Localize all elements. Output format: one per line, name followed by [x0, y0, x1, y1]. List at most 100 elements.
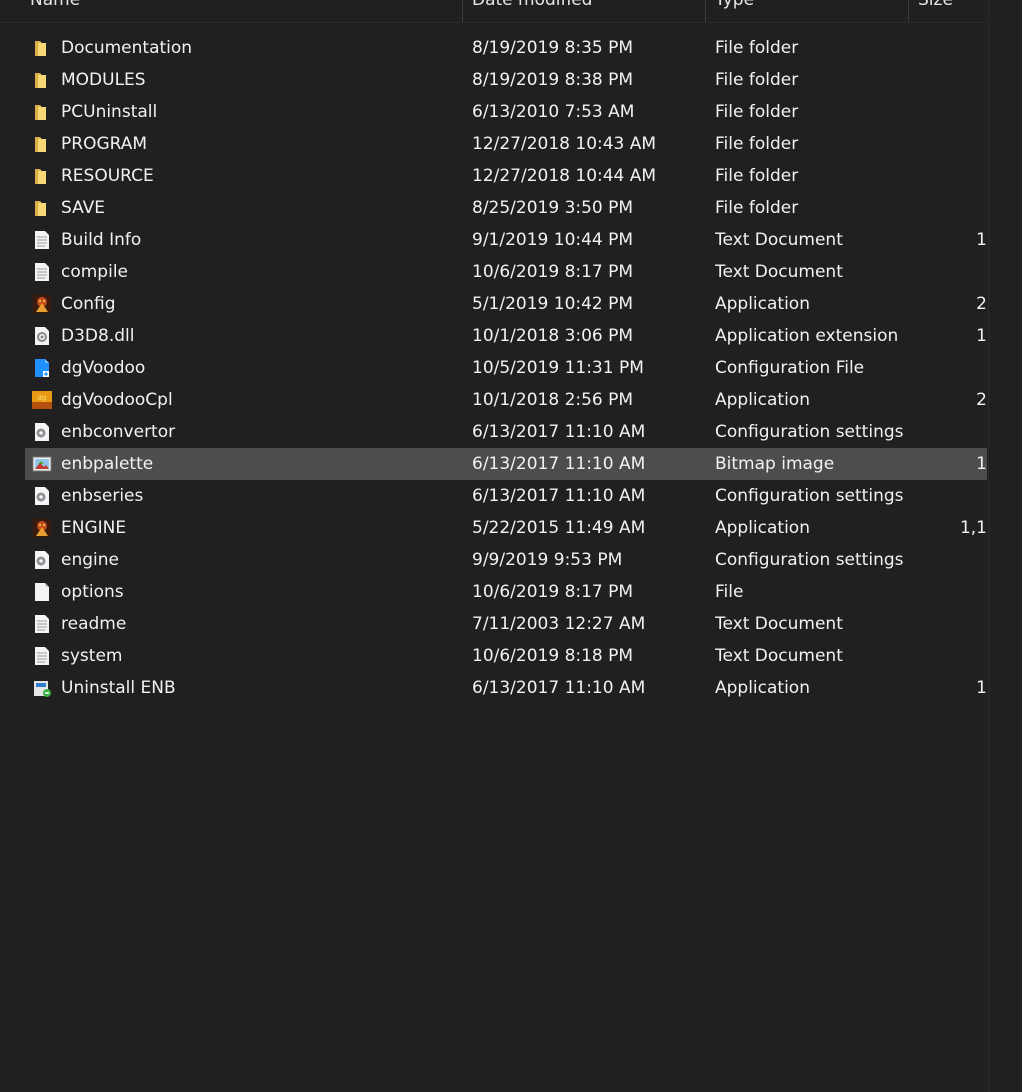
file-type: File folder	[715, 38, 799, 58]
file-date-modified: 10/6/2019 8:18 PM	[472, 646, 634, 666]
file-size	[925, 256, 987, 288]
column-header-name[interactable]: Name	[30, 0, 450, 22]
file-row[interactable]: compile 10/6/2019 8:17 PM Text Document	[25, 256, 987, 288]
folder-icon	[32, 38, 52, 58]
file-type: Application	[715, 390, 810, 410]
file-type: Text Document	[715, 230, 843, 250]
file-row[interactable]: D3D8.dll 10/1/2018 3:06 PM Application ext…	[25, 320, 987, 352]
file-size	[925, 640, 987, 672]
file-row[interactable]: Config 5/1/2019 10:42 PM Application 2	[25, 288, 987, 320]
file-size	[925, 608, 987, 640]
file-name: RESOURCE	[61, 166, 154, 186]
file-row[interactable]: Uninstall ENB 6/13/2017 11:10 AM Applicati…	[25, 672, 987, 704]
column-divider[interactable]	[908, 0, 909, 22]
file-date-modified: 10/6/2019 8:17 PM	[472, 582, 634, 602]
file-type: Text Document	[715, 646, 843, 666]
file-type: Application	[715, 518, 810, 538]
file-type: File folder	[715, 102, 799, 122]
file-row[interactable]: enbconvertor 6/13/2017 11:10 AM Configurat…	[25, 416, 987, 448]
file-name: PCUninstall	[61, 102, 158, 122]
text-document-icon	[32, 614, 52, 634]
file-type: Text Document	[715, 262, 843, 282]
file-size: 1,1	[959, 518, 987, 538]
file-type: File	[715, 582, 744, 602]
file-size	[925, 32, 987, 64]
file-date-modified: 9/9/2019 9:53 PM	[472, 550, 623, 570]
file-row[interactable]: system 10/6/2019 8:18 PM Text Document	[25, 640, 987, 672]
file-name: enbseries	[61, 486, 144, 506]
file-row[interactable]: enbseries 6/13/2017 11:10 AM Configuration…	[25, 480, 987, 512]
file-size: 1	[976, 230, 987, 250]
folder-icon	[32, 102, 52, 122]
column-header-size[interactable]: Size	[918, 0, 986, 22]
blank-file-icon	[32, 582, 52, 602]
file-name: D3D8.dll	[61, 326, 135, 346]
file-row[interactable]: PROGRAM 12/27/2018 10:43 AM File folder	[25, 128, 987, 160]
bitmap-image-icon	[32, 454, 52, 474]
settings-file-icon	[32, 486, 52, 506]
file-size	[925, 544, 987, 576]
file-date-modified: 6/13/2010 7:53 AM	[472, 102, 635, 122]
file-row[interactable]: ENGINE 5/22/2015 11:49 AM Application 1,1	[25, 512, 987, 544]
column-header-date[interactable]: Date modified	[472, 0, 697, 22]
file-row[interactable]: SAVE 8/25/2019 3:50 PM File folder	[25, 192, 987, 224]
column-header-type-label: Type	[715, 0, 755, 10]
config-file-icon	[32, 358, 52, 378]
file-row[interactable]: enbpalette 6/13/2017 11:10 AM Bitmap image…	[25, 448, 987, 480]
file-name: Uninstall ENB	[61, 678, 176, 698]
file-name: PROGRAM	[61, 134, 148, 154]
dll-file-icon	[32, 326, 52, 346]
file-type: Text Document	[715, 614, 843, 634]
file-type: Bitmap image	[715, 454, 835, 474]
file-date-modified: 8/19/2019 8:35 PM	[472, 38, 634, 58]
file-name: ENGINE	[61, 518, 127, 538]
file-size	[925, 352, 987, 384]
column-divider[interactable]	[705, 0, 706, 22]
text-document-icon	[32, 646, 52, 666]
file-type: File folder	[715, 134, 799, 154]
folder-icon	[32, 70, 52, 90]
file-type: Configuration settings	[715, 550, 904, 570]
file-name: enbpalette	[61, 454, 154, 474]
file-name: system	[61, 646, 123, 666]
file-date-modified: 5/1/2019 10:42 PM	[472, 294, 634, 314]
file-row[interactable]: readme 7/11/2003 12:27 AM Text Document	[25, 608, 987, 640]
file-date-modified: 6/13/2017 11:10 AM	[472, 678, 646, 698]
folder-icon	[32, 134, 52, 154]
file-date-modified: 6/13/2017 11:10 AM	[472, 422, 646, 442]
file-row[interactable]: dg dgVoodooCpl 10/1/2018 2:56 PM Applicatio…	[25, 384, 987, 416]
file-row[interactable]: MODULES 8/19/2019 8:38 PM File folder	[25, 64, 987, 96]
settings-file-icon	[32, 550, 52, 570]
file-type: Application	[715, 678, 810, 698]
svg-text:dg: dg	[38, 394, 47, 402]
game-app-icon	[32, 518, 52, 538]
column-header-date-label: Date modified	[472, 0, 593, 10]
file-name: MODULES	[61, 70, 146, 90]
file-size: 1	[976, 454, 987, 474]
file-type: Application	[715, 294, 810, 314]
file-row[interactable]: PCUninstall 6/13/2010 7:53 AM File folder	[25, 96, 987, 128]
file-size: 2	[976, 390, 987, 410]
file-row[interactable]: RESOURCE 12/27/2018 10:44 AM File folder	[25, 160, 987, 192]
file-name: dgVoodooCpl	[61, 390, 173, 410]
file-type: File folder	[715, 166, 799, 186]
column-header-bar: Name Date modified Type Size	[0, 0, 988, 23]
file-row[interactable]: Documentation 8/19/2019 8:35 PM File folde…	[25, 32, 987, 64]
file-row[interactable]: options 10/6/2019 8:17 PM File	[25, 576, 987, 608]
column-header-size-label: Size	[918, 0, 953, 10]
file-date-modified: 10/6/2019 8:17 PM	[472, 262, 634, 282]
file-size	[925, 576, 987, 608]
folder-icon	[32, 166, 52, 186]
column-divider[interactable]	[462, 0, 463, 22]
text-document-icon	[32, 230, 52, 250]
file-date-modified: 5/22/2015 11:49 AM	[472, 518, 646, 538]
file-size: 2	[976, 294, 987, 314]
file-date-modified: 12/27/2018 10:44 AM	[472, 166, 657, 186]
file-date-modified: 9/1/2019 10:44 PM	[472, 230, 634, 250]
file-row[interactable]: Build Info 9/1/2019 10:44 PM Text Document…	[25, 224, 987, 256]
file-row[interactable]: dgVoodoo 10/5/2019 11:31 PM Configuration …	[25, 352, 987, 384]
file-date-modified: 10/1/2018 3:06 PM	[472, 326, 634, 346]
file-row[interactable]: engine 9/9/2019 9:53 PM Configuration sett…	[25, 544, 987, 576]
column-header-type[interactable]: Type	[715, 0, 900, 22]
file-date-modified: 8/25/2019 3:50 PM	[472, 198, 634, 218]
